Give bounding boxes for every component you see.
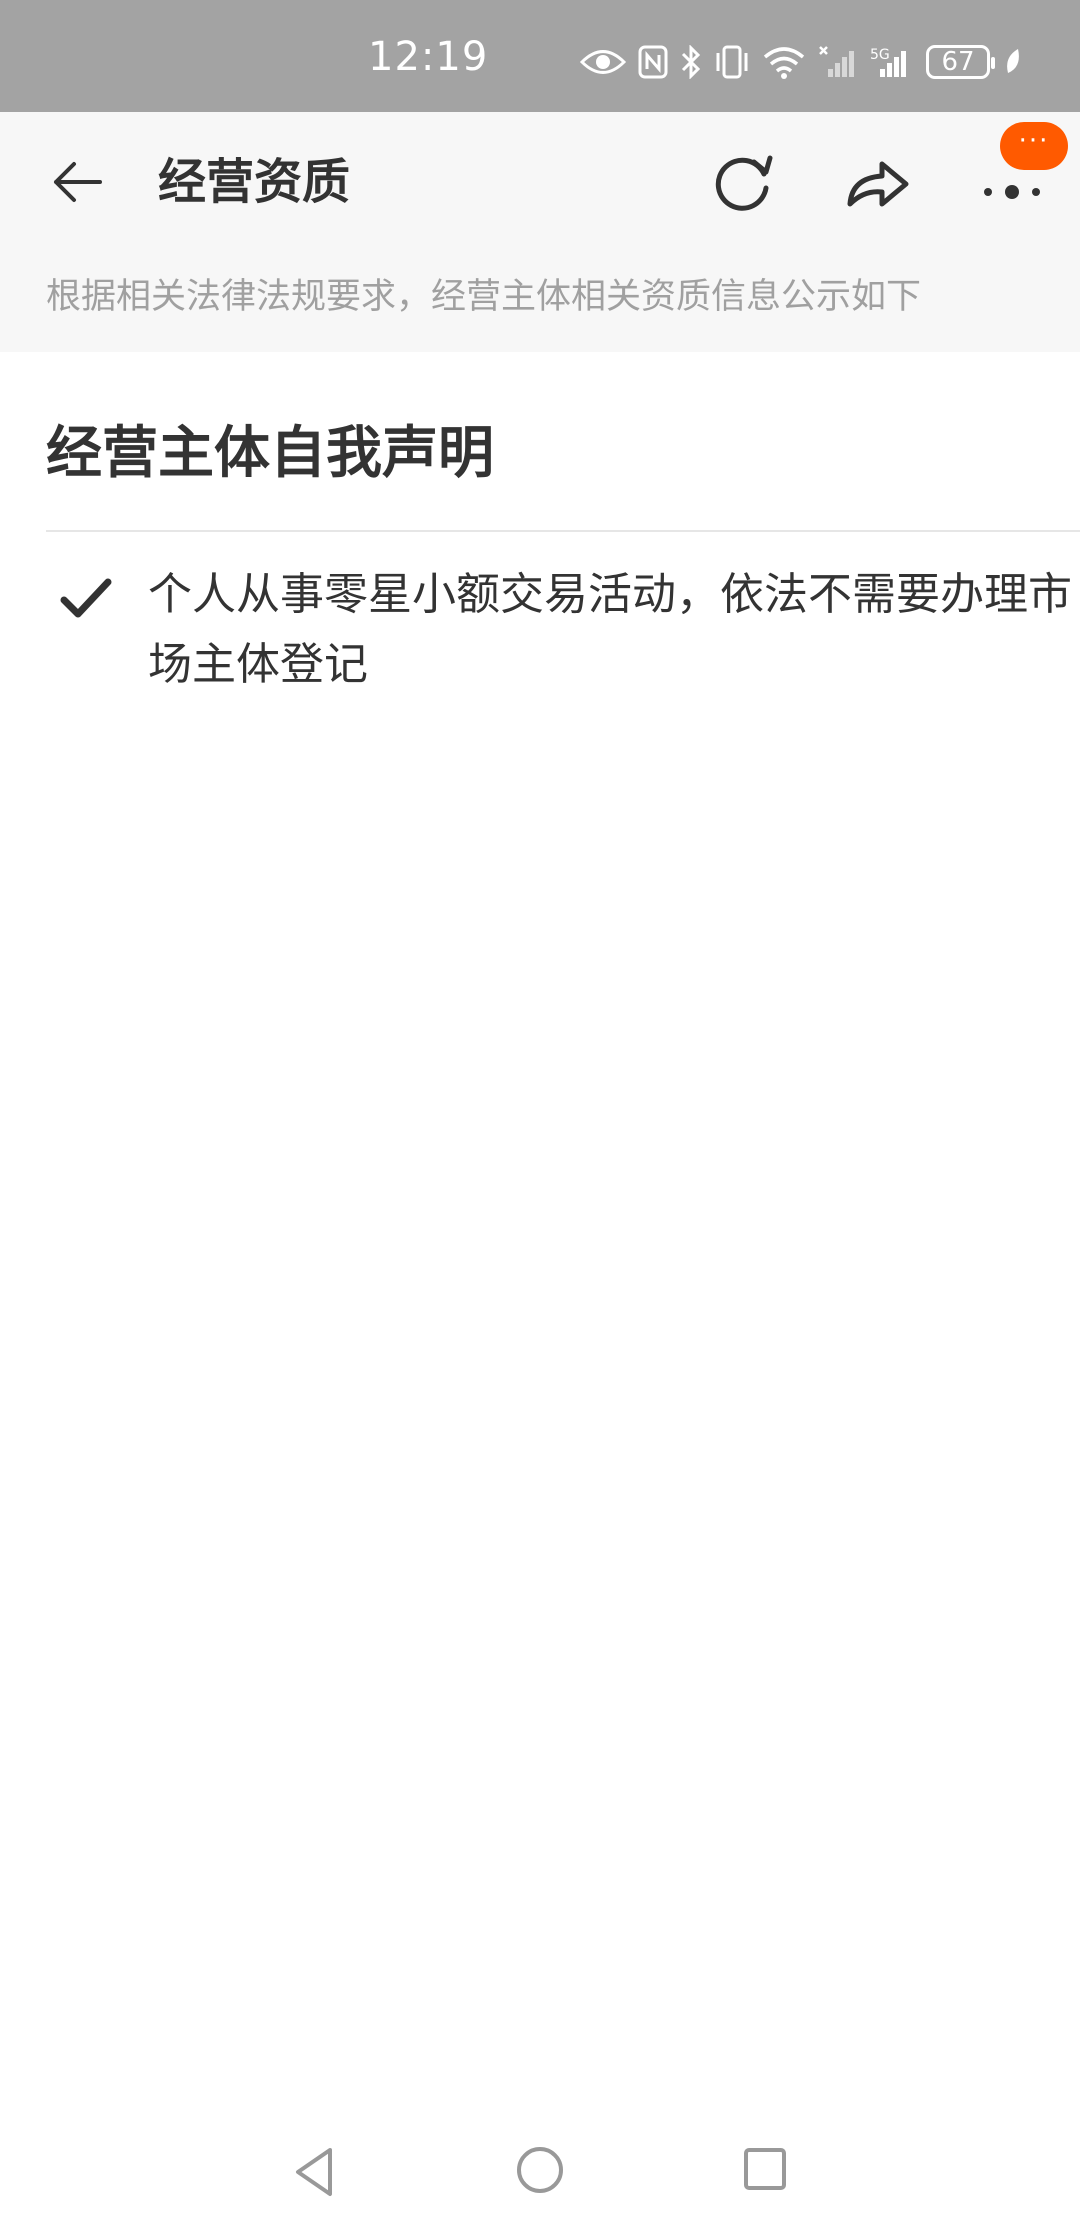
system-nav-bar	[0, 2116, 1080, 2228]
notification-bubble[interactable]: ···	[1000, 122, 1068, 170]
svg-text:5G: 5G	[870, 47, 890, 63]
nav-recent-icon[interactable]	[742, 2146, 788, 2192]
check-icon	[60, 578, 112, 618]
back-icon[interactable]	[48, 152, 108, 212]
status-time: 12:19	[368, 34, 489, 80]
status-icons: 5G 67	[580, 40, 1024, 84]
statement-text: 个人从事零星小额交易活动，依法不需要办理市场主体登记	[148, 569, 1072, 690]
5g-signal-icon: 5G	[870, 47, 906, 77]
wifi-icon	[763, 47, 805, 79]
refresh-icon[interactable]	[708, 148, 778, 218]
eye-icon	[580, 50, 626, 74]
qualification-notice: 根据相关法律法规要求，经营主体相关资质信息公示如下	[46, 277, 922, 317]
signal-icon	[819, 46, 854, 77]
nfc-icon	[638, 45, 668, 79]
leaf-icon	[1007, 49, 1019, 73]
nav-home-icon[interactable]	[514, 2144, 566, 2196]
page-title: 经营资质	[158, 154, 351, 210]
status-bar: 12:19 5G 67	[0, 0, 1080, 112]
bluetooth-icon	[681, 45, 701, 79]
divider	[46, 530, 1080, 532]
vibrate-icon	[716, 45, 748, 79]
nav-back-icon[interactable]	[290, 2144, 340, 2200]
battery-icon: 67	[926, 45, 995, 79]
share-icon[interactable]	[842, 148, 912, 218]
page-header: 经营资质 ··· 根据相关法律法规要求，经营主体相关资质信息公示如下	[0, 112, 1080, 352]
section-title: 经营主体自我声明	[46, 421, 494, 486]
